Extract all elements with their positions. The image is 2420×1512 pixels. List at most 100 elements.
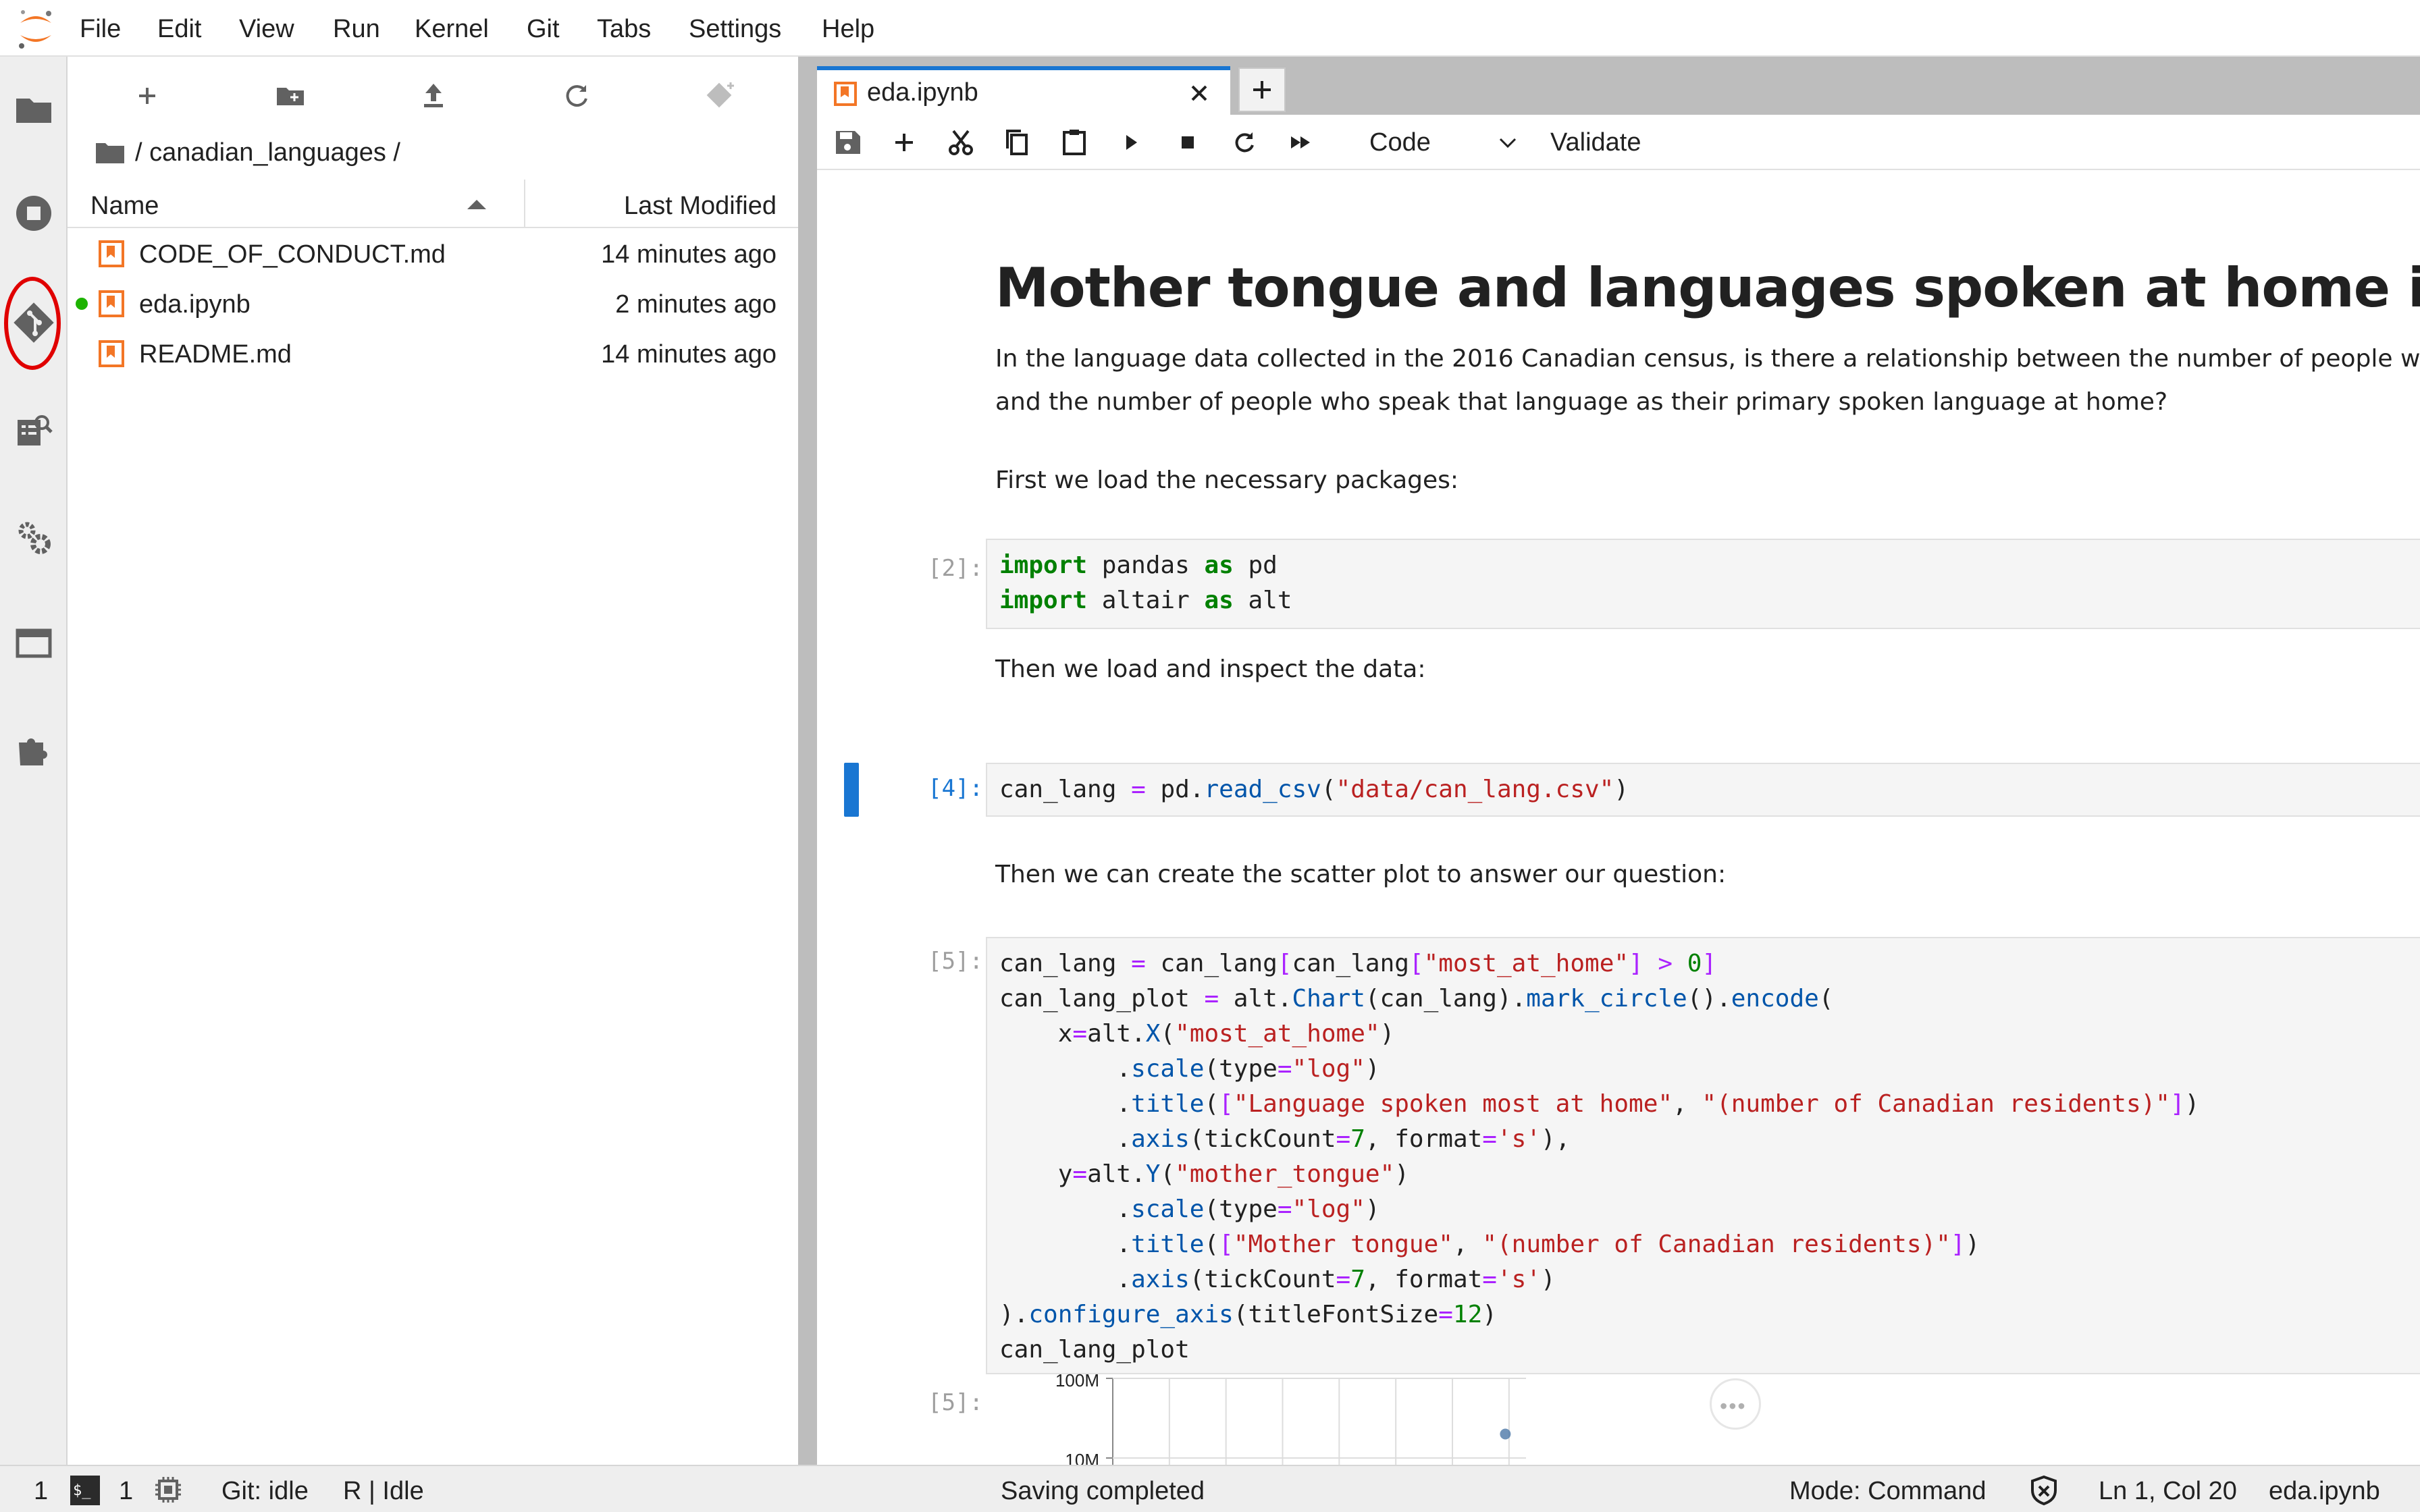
activity-bar [0, 57, 68, 1465]
running-indicator [76, 298, 88, 310]
breadcrumb-path[interactable]: / canadian_languages / [135, 138, 400, 167]
menu-edit[interactable]: Edit [157, 15, 201, 44]
column-header-modified[interactable]: Last Modified [624, 192, 777, 221]
file-row-eda-ipynb[interactable]: eda.ipynb 2 minutes ago [68, 279, 798, 329]
menu-kernel[interactable]: Kernel [415, 15, 489, 44]
file-row-readme[interactable]: README.md 14 minutes ago [68, 329, 798, 379]
notebook-toolbar: Code Validate [817, 115, 2420, 170]
new-launcher-icon[interactable] [127, 76, 167, 116]
shield-icon[interactable] [2028, 1474, 2059, 1507]
y-tick-label-100M: 100M [1055, 1372, 1099, 1390]
active-cell-indicator[interactable] [844, 763, 859, 817]
cell-prompt: [2]: [928, 555, 983, 582]
copy-icon[interactable] [999, 124, 1036, 161]
running-icon[interactable] [12, 192, 55, 235]
y-tick-label-10M: 10M [1065, 1450, 1099, 1465]
menu-run[interactable]: Run [333, 15, 380, 44]
active-file-name: eda.ipynb [2269, 1477, 2380, 1505]
file-list-header: Name Last Modified [68, 180, 798, 228]
panel-splitter[interactable] [798, 57, 817, 1465]
cursor-position[interactable]: Ln 1, Col 20 [2099, 1477, 2237, 1506]
code-cell-read-csv[interactable]: can_lang = pd.read_csv("data/can_lang.cs… [986, 763, 2420, 817]
chevron-down-icon [1499, 138, 1517, 148]
menu-help[interactable]: Help [822, 15, 874, 44]
menu-tabs[interactable]: Tabs [597, 15, 651, 44]
more-icon: ••• [1720, 1394, 1747, 1418]
menu-settings[interactable]: Settings [689, 15, 781, 44]
cell-type-value: Code [1369, 128, 1431, 157]
fast-forward-icon[interactable] [1283, 124, 1319, 161]
file-modified: 14 minutes ago [601, 340, 777, 369]
stop-icon[interactable] [1169, 124, 1206, 161]
menu-bar: File Edit View Run Kernel Git Tabs Setti… [0, 0, 2420, 57]
scatter-intro-text: Then we can create the scatter plot to a… [995, 861, 1727, 888]
saving-status: Saving completed [1001, 1477, 1205, 1505]
menu-git[interactable]: Git [527, 15, 560, 44]
kernel-count[interactable]: 1 [119, 1477, 133, 1506]
markdown-file-icon [99, 240, 124, 267]
main-area: eda.ipynb Code Validate Mother tongue an… [817, 57, 2420, 1465]
insert-cell-icon[interactable] [886, 124, 922, 161]
notebook-file-icon [834, 82, 857, 106]
intro-paragraph-line2: and the number of people who speak that … [995, 388, 2168, 416]
file-name: README.md [139, 340, 292, 369]
file-browser: / canadian_languages / Name Last Modifie… [68, 57, 798, 1465]
breadcrumb[interactable]: / canadian_languages / [95, 132, 400, 173]
new-tab-button[interactable] [1238, 68, 1286, 112]
scatter-point-0[interactable] [1500, 1428, 1511, 1440]
restart-icon[interactable] [1226, 124, 1263, 161]
paste-icon[interactable] [1056, 124, 1093, 161]
refresh-icon[interactable] [556, 76, 597, 116]
file-row-code-of-conduct[interactable]: CODE_OF_CONDUCT.md 14 minutes ago [68, 230, 798, 279]
notebook-title: Mother tongue and languages spoken at ho… [995, 256, 2420, 319]
git-clone-icon[interactable] [700, 76, 740, 116]
notebook-panel: Code Validate Mother tongue and language… [817, 115, 2420, 1465]
tabs-icon[interactable] [12, 621, 55, 664]
sort-ascending-icon [467, 200, 486, 209]
settings-icon[interactable] [12, 516, 55, 559]
folder-icon[interactable] [12, 88, 55, 131]
menu-file[interactable]: File [80, 15, 121, 44]
code-cell-scatter-plot[interactable]: can_lang = can_lang[can_lang["most_at_ho… [986, 937, 2420, 1374]
cut-icon[interactable] [943, 124, 979, 161]
extension-icon[interactable] [12, 728, 55, 771]
notebook-content[interactable]: Mother tongue and languages spoken at ho… [817, 170, 2420, 1465]
terminal-icon[interactable]: $_ [70, 1476, 100, 1505]
upload-icon[interactable] [413, 76, 454, 116]
cell-prompt: [5]: [928, 948, 983, 975]
notebook-file-icon [99, 290, 124, 317]
chart-actions-button[interactable]: ••• [1710, 1378, 1761, 1430]
file-modified: 2 minutes ago [615, 290, 777, 319]
terminal-count[interactable]: 1 [34, 1477, 48, 1506]
kernel-status[interactable]: R | Idle [343, 1477, 424, 1506]
annotation-circle [4, 277, 61, 370]
property-inspector-icon[interactable] [12, 409, 55, 452]
cell-type-select[interactable]: Code [1361, 124, 1523, 161]
inspect-data-text: Then we load and inspect the data: [995, 655, 1426, 683]
scatter-chart[interactable]: 100M 10M [986, 1372, 1526, 1465]
code-cell-imports[interactable]: import pandas as pd import altair as alt [986, 539, 2420, 629]
column-header-name[interactable]: Name [90, 192, 159, 221]
save-icon[interactable] [829, 124, 866, 161]
file-modified: 14 minutes ago [601, 240, 777, 269]
tab-eda-ipynb[interactable]: eda.ipynb [817, 66, 1230, 115]
plus-icon [1253, 81, 1271, 99]
folder-icon [96, 143, 124, 163]
load-packages-text: First we load the necessary packages: [995, 466, 1459, 494]
status-bar: 1 $_ 1 Git: idle R | Idle Saving complet… [0, 1465, 2420, 1512]
menu-view[interactable]: View [239, 15, 294, 44]
close-icon[interactable] [1186, 80, 1213, 107]
mode-status[interactable]: Mode: Command [1789, 1477, 1986, 1506]
run-icon[interactable] [1113, 124, 1149, 161]
new-folder-icon[interactable] [270, 76, 311, 116]
output-prompt: [5]: [928, 1389, 983, 1416]
git-status[interactable]: Git: idle [221, 1477, 309, 1506]
cell-prompt: [4]: [928, 775, 983, 802]
jupyter-logo-icon[interactable] [16, 8, 55, 50]
validate-button[interactable]: Validate [1550, 128, 1641, 157]
kernel-icon[interactable] [153, 1474, 184, 1505]
file-name: CODE_OF_CONDUCT.md [139, 240, 446, 269]
tab-label: eda.ipynb [867, 78, 978, 107]
markdown-file-icon [99, 340, 124, 367]
column-divider[interactable] [524, 180, 525, 228]
